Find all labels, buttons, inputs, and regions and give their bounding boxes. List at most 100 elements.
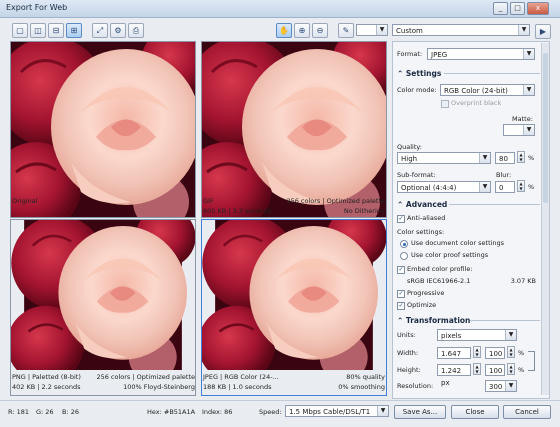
caption-original: Original [12,197,38,205]
caption-jpeg-size: 188 KB | 1.0 seconds [203,383,272,391]
close-window-button[interactable]: x [527,2,549,15]
quality-unit: % [528,154,535,162]
subformat-dropdown[interactable]: Optional (4:4:4) ▼ [397,181,491,193]
blur-spinner[interactable]: ▲ ▼ [517,180,525,192]
settings-section-header[interactable]: ⌃ Settings [397,69,441,78]
height-label: Height: [397,366,421,374]
zoom-out-icon[interactable]: ⊖ [312,23,328,38]
resolution-dropdown[interactable]: 300 ▼ [485,380,517,392]
single-view-icon[interactable]: ▢ [12,23,28,38]
format-label: Format: [397,50,423,58]
progressive-checkbox[interactable]: ✓ [397,290,405,298]
caption-jpeg-smoothing: 0% smoothing [338,383,385,391]
chevron-down-icon: ▼ [518,25,529,35]
rose-image [202,220,386,370]
resolution-value: 300 [489,383,503,391]
height-percent-unit: % [518,366,525,374]
divider [444,73,540,74]
color-mode-dropdown[interactable]: RGB Color (24-bit) ▼ [440,84,535,96]
progressive-label: Progressive [407,289,445,297]
fit-view-icon[interactable]: ⤢ [92,23,108,38]
split-horizontal-icon[interactable]: ⊟ [48,23,64,38]
maximize-button[interactable]: □ [510,2,525,15]
caption-gif-format: GIF [203,197,214,205]
speed-dropdown[interactable]: 1.5 Mbps Cable/DSL/T1 ▼ [285,405,389,417]
height-percent-spinner[interactable]: ▲ ▼ [507,363,515,375]
quality-value: High [401,155,418,163]
rose-image [11,42,195,217]
preview-pane-jpeg[interactable] [201,219,387,396]
collapse-icon: ⌃ [397,316,406,325]
chevron-down-icon: ▼ [479,153,490,163]
compare-icon[interactable]: ⚙ [110,23,126,38]
preset-value: Custom [396,27,423,35]
title-bar: Export For Web _ □ x [0,0,560,18]
hand-tool-icon[interactable]: ✋ [276,23,292,38]
anti-aliased-label: Anti-aliased [407,214,446,222]
optimize-checkbox[interactable]: ✓ [397,302,405,310]
hex-value: Hex: #B51A1A [147,408,196,416]
rose-image [202,42,386,217]
cancel-button[interactable]: Cancel [503,405,551,419]
units-label: Units: [397,331,416,339]
divider [470,320,540,321]
overprint-checkbox[interactable] [441,100,449,108]
format-dropdown[interactable]: JPEG ▼ [427,48,535,60]
play-button[interactable]: ▶ [535,24,551,39]
units-value: pixels [441,332,462,340]
color-settings-label: Color settings: [397,228,445,236]
chevron-down-icon: ▼ [505,330,516,340]
width-percent-spinner[interactable]: ▲ ▼ [507,346,515,358]
split-vertical-icon[interactable]: ◫ [30,23,46,38]
height-spinner[interactable]: ▲ ▼ [473,363,481,375]
green-value: G: 26 [36,408,54,416]
window-title: Export For Web [6,3,68,12]
zoom-in-icon[interactable]: ⊕ [294,23,310,38]
caption-jpeg-format: JPEG | RGB Color (24-... [203,373,279,381]
use-document-color-radio[interactable] [400,240,408,248]
width-percent-unit: % [518,349,525,357]
quality-input[interactable]: 80 [495,152,515,164]
embed-profile-checkbox[interactable]: ✓ [397,266,405,274]
use-color-proof-label: Use color proof settings [411,251,489,259]
blur-input[interactable]: 0 [495,181,515,193]
speed-value: 1.5 Mbps Cable/DSL/T1 [289,408,371,416]
use-color-proof-radio[interactable] [400,252,408,260]
save-as-button[interactable]: Save As... [394,405,446,419]
eyedropper-icon[interactable]: ✎ [338,23,354,38]
settings-title: Settings [405,69,442,78]
link-aspect-bracket[interactable] [528,351,535,371]
speed-label: Speed: [259,408,282,416]
transformation-section-header[interactable]: ⌃ Transformation [397,316,470,325]
preview-pane-png[interactable] [10,219,196,396]
units-dropdown[interactable]: pixels ▼ [437,329,517,341]
quality-spinner[interactable]: ▲ ▼ [517,151,525,163]
color-mode-label: Color mode: [397,86,437,94]
minimize-button[interactable]: _ [493,2,508,15]
caption-gif-palette: 256 colors | Optimized palette [286,197,385,205]
panel-scrollbar[interactable] [541,43,549,395]
preset-dropdown[interactable]: Custom ▼ [392,24,530,36]
width-spinner[interactable]: ▲ ▼ [473,346,481,358]
matte-dropdown[interactable]: ▼ [503,124,535,136]
chevron-down-icon: ▼ [523,85,534,95]
rose-image [11,220,195,370]
width-input[interactable]: 1.647 px [437,347,471,370]
quality-label: Quality: [397,143,422,151]
color-mode-value: RGB Color (24-bit) [444,87,508,95]
preview-pane-gif[interactable] [201,41,387,218]
scrollbar-thumb[interactable] [543,53,548,203]
preview-browser-icon[interactable]: ⎙ [128,23,144,38]
height-input[interactable]: 1.242 px [437,364,471,387]
anti-aliased-checkbox[interactable]: ✓ [397,215,405,223]
height-percent-input[interactable]: 100 [485,364,505,376]
close-button[interactable]: Close [451,405,499,419]
preview-pane-original[interactable] [10,41,196,218]
optimize-label: Optimize [407,301,437,309]
subformat-label: Sub-format: [397,171,436,179]
advanced-section-header[interactable]: ⌃ Advanced [397,200,447,209]
color-swatch-dropdown[interactable]: ▼ [356,24,388,36]
quality-dropdown[interactable]: High ▼ [397,152,491,164]
width-percent-input[interactable]: 100 [485,347,505,359]
quad-view-icon[interactable]: ⊞ [66,23,82,38]
